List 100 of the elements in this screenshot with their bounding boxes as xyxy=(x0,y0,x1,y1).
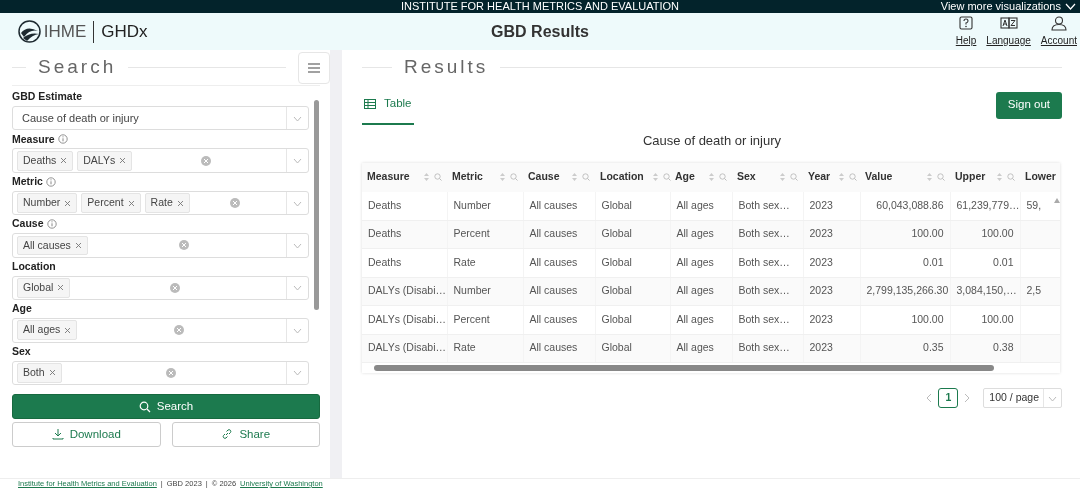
remove-icon[interactable] xyxy=(74,241,82,249)
table-cell: All causes xyxy=(529,255,578,268)
table-cell: 2023 xyxy=(809,198,833,211)
search-icon[interactable] xyxy=(849,173,858,181)
search-button[interactable]: Search xyxy=(12,394,320,419)
tab[interactable]: Table xyxy=(362,85,414,125)
visualizations-menu[interactable]: View more visualizations xyxy=(940,0,1076,13)
scrollbar[interactable] xyxy=(362,363,1060,373)
previous-icon[interactable] xyxy=(925,393,933,403)
select-field[interactable]: All ages xyxy=(12,318,309,343)
header-link[interactable]: Language xyxy=(986,15,1031,48)
sort-icon[interactable] xyxy=(651,172,659,182)
header-link[interactable]: Help xyxy=(955,15,977,48)
select-field[interactable]: Deaths DALYs xyxy=(12,148,309,173)
table-cell: Percent xyxy=(453,227,490,240)
select-field[interactable]: All causes xyxy=(12,233,309,258)
sort-icon[interactable] xyxy=(499,172,506,182)
table-cell: 60,043,088.86 xyxy=(876,198,944,211)
header-link[interactable]: Account xyxy=(1040,15,1077,48)
table-cell: 2023 xyxy=(809,227,833,240)
clear-icon[interactable] xyxy=(229,198,240,209)
remove-icon[interactable] xyxy=(60,157,68,165)
remove-icon[interactable] xyxy=(127,199,135,207)
search-icon xyxy=(138,400,151,413)
table-cell: 2023 xyxy=(809,341,833,354)
table-cell: 61,239,779… xyxy=(956,198,1020,211)
table-cell: All ages xyxy=(676,284,714,297)
next-icon[interactable] xyxy=(964,393,972,403)
filter-tag: DALYs xyxy=(77,150,133,171)
search-icon[interactable] xyxy=(662,173,671,181)
panel-title: Results xyxy=(404,55,489,80)
filter-tag: Number xyxy=(17,193,78,213)
product-name: GHDx xyxy=(93,20,148,43)
menu-button[interactable] xyxy=(298,51,330,84)
sort-icon[interactable] xyxy=(779,172,786,182)
select-field[interactable]: Number Percent Rate xyxy=(12,190,309,216)
logo-text: IHME xyxy=(43,20,87,43)
table-cell: 100.00 xyxy=(911,312,944,325)
page-button[interactable]: 1 xyxy=(938,388,959,408)
sign-out-button[interactable]: Sign out xyxy=(995,91,1062,119)
filter-tag: Deaths xyxy=(17,150,74,171)
filter-label: Cause xyxy=(12,216,44,232)
table-cell: Percent xyxy=(453,312,490,325)
search-icon[interactable] xyxy=(510,173,518,181)
search-icon[interactable] xyxy=(790,173,798,181)
sort-icon[interactable] xyxy=(838,172,846,182)
select-field[interactable]: Global xyxy=(12,275,309,301)
table-cell: Rate xyxy=(453,255,476,268)
filter-tag: Rate xyxy=(144,193,190,213)
search-icon[interactable] xyxy=(582,173,590,181)
share-button[interactable]: Share xyxy=(171,421,320,447)
link-icon xyxy=(221,428,234,441)
remove-icon[interactable] xyxy=(57,284,65,292)
remove-icon[interactable] xyxy=(119,157,127,165)
clear-icon[interactable] xyxy=(201,155,212,166)
table-title: Cause of death or injury xyxy=(642,132,782,150)
table-cell: All ages xyxy=(676,312,714,325)
sort-icon[interactable] xyxy=(708,172,715,182)
search-icon[interactable] xyxy=(1007,173,1015,181)
select-field[interactable]: Both xyxy=(12,360,309,385)
table-cell: All causes xyxy=(529,198,578,211)
table-cell: Both sex… xyxy=(738,284,790,297)
clear-icon[interactable] xyxy=(170,282,181,293)
search-icon[interactable] xyxy=(719,173,727,181)
table-cell: Both sex… xyxy=(738,341,790,354)
remove-icon[interactable] xyxy=(48,369,56,377)
search-icon[interactable] xyxy=(937,173,945,181)
clear-icon[interactable] xyxy=(178,240,189,251)
table-cell: 0.38 xyxy=(993,341,1014,354)
select-field[interactable]: Cause of death or injury xyxy=(12,106,309,131)
sort-icon[interactable] xyxy=(423,172,430,182)
column-header[interactable]: Value xyxy=(865,169,893,185)
table-cell: Number xyxy=(453,284,491,297)
table-cell: 100.00 xyxy=(911,227,944,240)
logo-icon xyxy=(18,20,41,43)
table-cell: DALYs (Disabi… xyxy=(368,341,446,354)
table-cell: 0.01 xyxy=(923,255,944,268)
table-cell: Deaths xyxy=(368,227,402,240)
table-cell: 2023 xyxy=(809,255,833,268)
table-cell: Deaths xyxy=(368,198,402,211)
clear-icon[interactable] xyxy=(173,325,184,336)
panel-title: Search xyxy=(38,55,117,80)
column-header[interactable]: Age xyxy=(675,169,695,185)
table-cell: All causes xyxy=(529,227,578,240)
page-size-select[interactable]: 100 / page xyxy=(983,388,1062,408)
remove-icon[interactable] xyxy=(64,326,72,334)
sort-icon[interactable] xyxy=(996,172,1003,182)
chevron-down-icon xyxy=(292,156,303,166)
clear-icon[interactable] xyxy=(165,367,176,378)
filter-label: Sex xyxy=(12,343,31,359)
sort-icon[interactable] xyxy=(571,172,578,182)
table-cell: All ages xyxy=(676,198,714,211)
sort-icon[interactable] xyxy=(926,172,933,182)
search-icon[interactable] xyxy=(434,173,442,181)
download-button[interactable]: Download xyxy=(12,421,161,447)
remove-icon[interactable] xyxy=(64,199,72,207)
filter-tag: Global xyxy=(17,278,71,298)
chevron-down-icon xyxy=(292,368,303,378)
column-header[interactable]: Sex xyxy=(737,169,756,185)
remove-icon[interactable] xyxy=(176,199,184,207)
